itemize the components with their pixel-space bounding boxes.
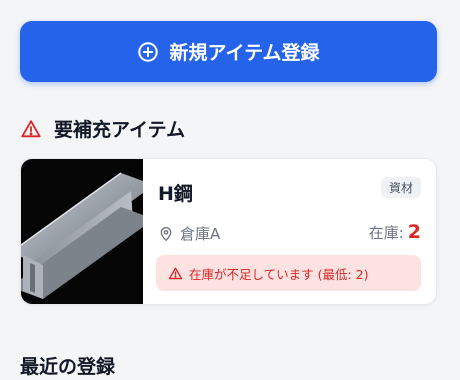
register-item-button[interactable]: 新規アイテム登録 <box>20 21 437 82</box>
stock-label: 在庫: <box>368 224 404 242</box>
register-item-label: 新規アイテム登録 <box>169 42 320 64</box>
alert-triangle-icon <box>20 118 42 140</box>
map-pin-icon <box>158 226 174 242</box>
item-name: H鋼 <box>158 183 193 205</box>
restock-section-label: 要補充アイテム <box>54 119 186 141</box>
item-location: 倉庫A <box>158 223 220 244</box>
plus-circle-icon <box>137 41 159 63</box>
recent-section-title: 最近の登録 <box>20 356 116 378</box>
restock-item-card[interactable]: H鋼 資材 倉庫A 在庫: 2 在庫が不足しています (最低: 2) <box>20 158 437 305</box>
restock-section-title: 要補充アイテム <box>20 115 185 142</box>
stock-info: 在庫: 2 <box>369 221 421 243</box>
stock-value: 2 <box>407 221 421 243</box>
item-thumbnail <box>21 159 143 304</box>
alert-text: 在庫が不足しています (最低: 2) <box>189 266 369 282</box>
location-label: 倉庫A <box>180 225 221 243</box>
alert-triangle-icon <box>168 266 183 281</box>
low-stock-alert: 在庫が不足しています (最低: 2) <box>156 255 421 291</box>
category-badge: 資材 <box>380 177 421 198</box>
